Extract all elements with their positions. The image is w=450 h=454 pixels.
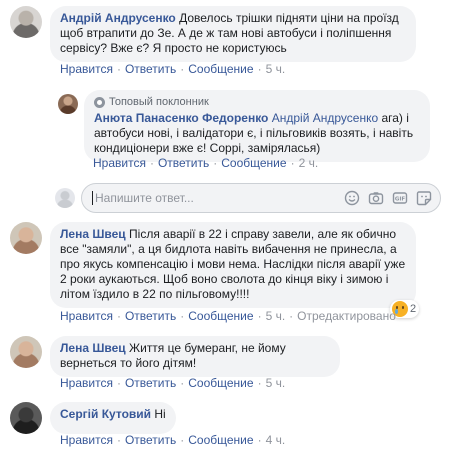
comment-time[interactable]: 2 ч.	[299, 156, 319, 170]
reply-placeholder: Напишите ответ...	[95, 191, 194, 205]
like-link[interactable]: Нравится	[60, 309, 113, 323]
avatar[interactable]	[10, 222, 42, 254]
separator: ·	[290, 156, 295, 170]
avatar[interactable]	[10, 402, 42, 434]
comment-actions: Нравится · Ответить · Сообщение · 5 ч.	[60, 376, 285, 390]
like-link[interactable]: Нравится	[60, 433, 113, 447]
badge-label: Топовый поклонник	[109, 96, 209, 108]
comment-text: Ні	[154, 407, 166, 421]
reaction-count: 2	[410, 303, 417, 315]
reply-link[interactable]: Ответить	[125, 433, 176, 447]
comment-time[interactable]: 4 ч.	[266, 433, 286, 447]
comment: Сергій Кутовий Ні	[10, 402, 176, 434]
separator: ·	[180, 309, 185, 323]
comment: Лена Швец Після аварії в 22 і справу зав…	[10, 222, 416, 308]
separator: ·	[180, 62, 185, 76]
message-link[interactable]: Сообщение	[188, 309, 253, 323]
like-link[interactable]: Нравится	[60, 376, 113, 390]
reply-link[interactable]: Ответить	[125, 309, 176, 323]
avatar[interactable]	[10, 6, 42, 38]
comment-bubble: Лена Швец Життя це бумеранг, не йому вер…	[50, 336, 340, 377]
separator: ·	[116, 376, 121, 390]
sticker-icon[interactable]	[416, 190, 432, 206]
comment-author[interactable]: Сергій Кутовий	[60, 407, 151, 421]
comment-time[interactable]: 5 ч.	[266, 309, 286, 323]
comment-time[interactable]: 5 ч.	[266, 376, 286, 390]
tagged-user[interactable]: Андрій Андрусенко	[272, 111, 378, 125]
comment-bubble: Сергій Кутовий Ні	[50, 402, 176, 434]
avatar[interactable]	[10, 336, 42, 368]
edited-label[interactable]: Отредактировано	[297, 309, 396, 323]
separator: ·	[180, 376, 185, 390]
separator: ·	[180, 433, 185, 447]
comment-actions: Нравится · Ответить · Сообщение · 2 ч.	[93, 156, 318, 170]
reply-comment: Топовый поклонник Анюта Панасенко Федоре…	[58, 90, 430, 162]
gif-icon[interactable]: GIF	[392, 190, 408, 206]
comment-actions: Нравится · Ответить · Сообщение · 4 ч.	[60, 433, 285, 447]
comment-bubble: Андрій Андрусенко Довелось трішки піднят…	[50, 6, 416, 62]
comment: Андрій Андрусенко Довелось трішки піднят…	[10, 6, 416, 62]
separator: ·	[257, 433, 262, 447]
current-user-avatar	[55, 188, 75, 208]
reply-link[interactable]: Ответить	[125, 376, 176, 390]
top-fan-badge: Топовый поклонник	[94, 95, 420, 110]
svg-text:GIF: GIF	[395, 196, 406, 202]
message-link[interactable]: Сообщение	[221, 156, 286, 170]
separator: ·	[116, 433, 121, 447]
top-fan-icon	[94, 97, 105, 108]
comment-author[interactable]: Лена Швец	[60, 341, 126, 355]
comment-time[interactable]: 5 ч.	[266, 62, 286, 76]
message-link[interactable]: Сообщение	[188, 433, 253, 447]
avatar[interactable]	[58, 94, 78, 114]
message-link[interactable]: Сообщение	[188, 62, 253, 76]
reply-link[interactable]: Ответить	[158, 156, 209, 170]
separator: ·	[257, 376, 262, 390]
separator: ·	[289, 309, 294, 323]
comment-actions: Нравится · Ответить · Сообщение · 5 ч.	[60, 62, 285, 76]
comment-author[interactable]: Андрій Андрусенко	[60, 11, 176, 25]
reply-link[interactable]: Ответить	[125, 62, 176, 76]
separator: ·	[116, 309, 121, 323]
message-link[interactable]: Сообщение	[188, 376, 253, 390]
reply-composer: Напишите ответ... GIF	[55, 183, 441, 213]
comment-bubble: Топовый поклонник Анюта Панасенко Федоре…	[84, 90, 430, 162]
comment-bubble: Лена Швец Після аварії в 22 і справу зав…	[50, 222, 416, 308]
separator: ·	[213, 156, 218, 170]
like-link[interactable]: Нравится	[93, 156, 146, 170]
emoji-icon[interactable]	[344, 190, 360, 206]
separator: ·	[257, 309, 262, 323]
comment: Лена Швец Життя це бумеранг, не йому вер…	[10, 336, 340, 377]
separator: ·	[116, 62, 121, 76]
comment-actions: Нравится · Ответить · Сообщение · 5 ч. · Отр…	[60, 309, 396, 323]
like-link[interactable]: Нравится	[60, 62, 113, 76]
separator: ·	[149, 156, 154, 170]
comment-author[interactable]: Лена Швец	[60, 227, 126, 241]
text-caret	[92, 191, 93, 205]
separator: ·	[257, 62, 262, 76]
reply-input[interactable]: Напишите ответ... GIF	[81, 183, 441, 213]
camera-icon[interactable]	[368, 190, 384, 206]
comment-author[interactable]: Анюта Панасенко Федоренко	[94, 111, 268, 125]
